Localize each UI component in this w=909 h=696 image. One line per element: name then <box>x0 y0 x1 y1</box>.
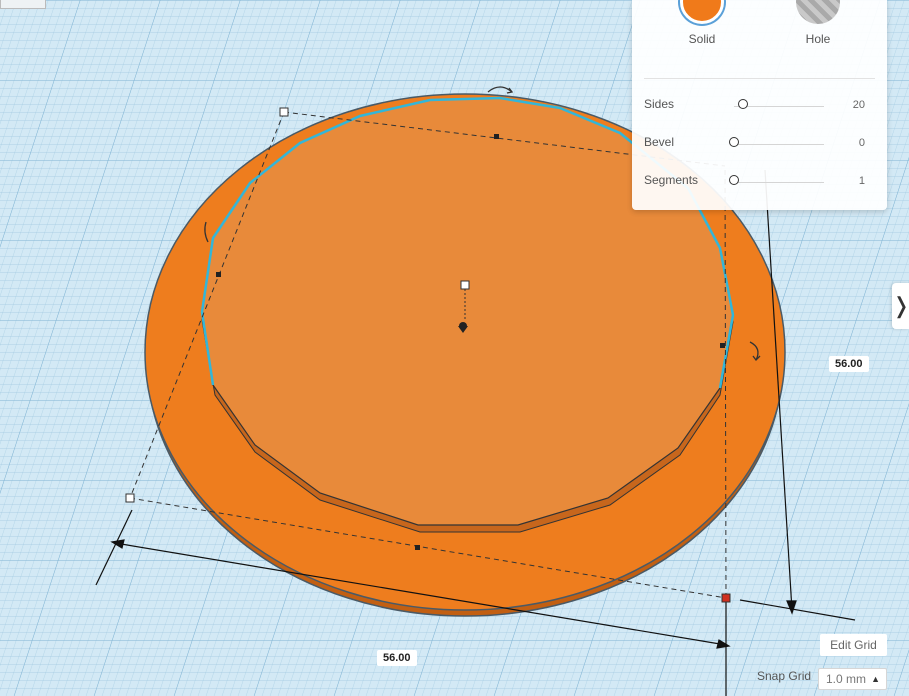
height-handle <box>460 280 470 290</box>
depth-dimension-label[interactable]: 56.00 <box>829 356 869 372</box>
property-bevel[interactable]: Bevel 0 <box>644 135 877 155</box>
snap-grid-value: 1.0 mm <box>826 672 867 686</box>
snap-grid-select[interactable]: 1.0 mm ▲ <box>818 668 887 690</box>
bevel-slider-knob[interactable] <box>729 137 739 147</box>
shape-inspector-panel: Solid Hole Sides 20 Bevel 0 Segments 1 <box>632 0 887 210</box>
property-segments-label: Segments <box>644 173 699 187</box>
hole-label: Hole <box>805 32 831 46</box>
corner-handle-front-right <box>721 593 731 603</box>
solid-swatch-icon <box>680 0 724 24</box>
corner-handle-back-left <box>279 107 289 117</box>
edge-handle-right <box>720 343 725 348</box>
property-sides-label: Sides <box>644 97 675 111</box>
view-cube-corner[interactable] <box>0 0 46 9</box>
panel-divider <box>644 78 875 79</box>
caret-up-icon: ▲ <box>871 674 880 684</box>
hole-swatch-icon <box>796 0 840 24</box>
corner-handle-front-left <box>125 493 135 503</box>
edge-handle-back <box>494 134 499 139</box>
edge-handle-left <box>216 272 221 277</box>
segments-slider-track[interactable] <box>734 182 824 183</box>
property-sides[interactable]: Sides 20 <box>644 97 877 117</box>
sides-slider-knob[interactable] <box>738 99 748 109</box>
bevel-slider-track[interactable] <box>734 144 824 145</box>
width-dimension-label[interactable]: 56.00 <box>377 650 417 666</box>
edge-handle-front <box>415 545 420 550</box>
property-bevel-label: Bevel <box>644 135 675 149</box>
segments-slider-knob[interactable] <box>729 175 739 185</box>
chevron-right-icon: ❭ <box>892 293 909 318</box>
property-segments-value[interactable]: 1 <box>859 175 865 187</box>
property-bevel-value[interactable]: 0 <box>859 137 865 149</box>
property-sides-value[interactable]: 20 <box>853 99 865 111</box>
solid-label: Solid <box>688 32 716 46</box>
snap-grid-label: Snap Grid <box>757 669 812 683</box>
property-segments[interactable]: Segments 1 <box>644 173 877 193</box>
edit-grid-button[interactable]: Edit Grid <box>820 634 887 656</box>
panel-toggle-button[interactable]: ❭ <box>892 283 909 329</box>
